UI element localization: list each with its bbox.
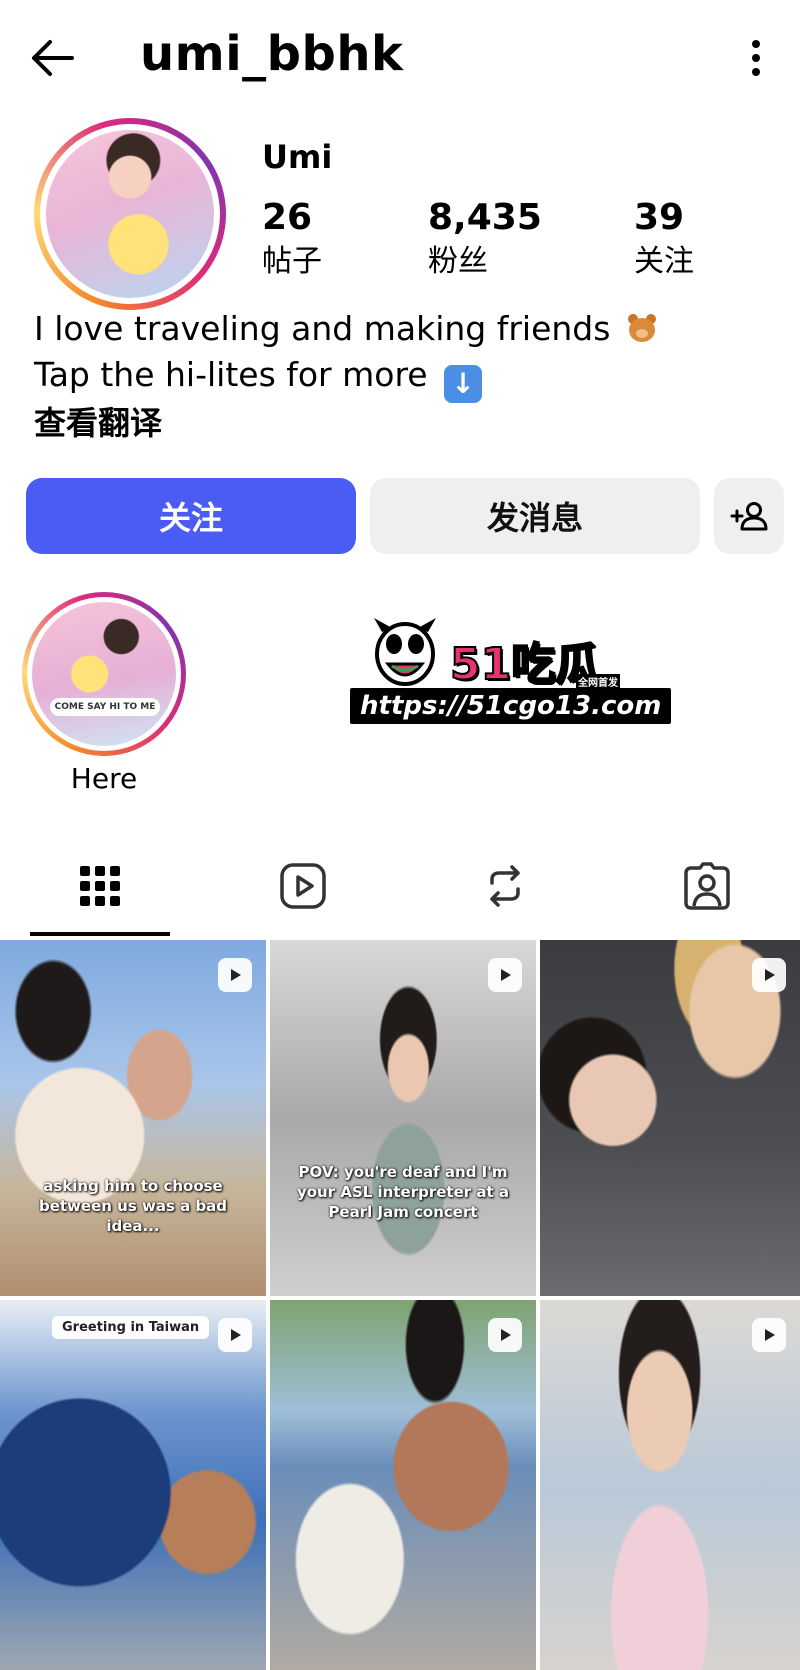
- back-button[interactable]: [24, 30, 80, 86]
- profile-tabs: [0, 836, 800, 940]
- stat-posts-label: 帖子: [262, 244, 322, 279]
- teddy-bear-emoji-icon: [625, 312, 659, 346]
- more-options-button[interactable]: [736, 30, 776, 86]
- suggest-users-button[interactable]: [714, 478, 784, 554]
- reel-icon: [218, 1318, 252, 1352]
- reel-icon: [488, 1318, 522, 1352]
- stat-posts[interactable]: 26 帖子: [262, 196, 322, 282]
- highlight-label[interactable]: Here: [22, 762, 186, 795]
- tab-posts-grid[interactable]: [15, 836, 185, 936]
- reel-icon: [488, 958, 522, 992]
- post-tile[interactable]: POV: you're deaf and I'm your ASL interp…: [270, 940, 536, 1296]
- post-caption: asking him to choose between us was a ba…: [38, 1177, 228, 1235]
- repost-icon: [490, 865, 520, 907]
- stat-following-count: 39: [634, 197, 685, 238]
- post-tile[interactable]: [540, 1300, 800, 1670]
- tab-tagged[interactable]: [622, 836, 792, 936]
- highlight-cover: COME SAY HI TO ME: [32, 602, 176, 746]
- watermark-subtitle: 全网首发: [576, 674, 620, 689]
- highlight-cover-caption: COME SAY HI TO ME: [50, 698, 160, 716]
- stat-following[interactable]: 39 关注: [634, 196, 694, 282]
- stat-following-label: 关注: [634, 244, 694, 279]
- posts-grid: asking him to choose between us was a ba…: [0, 940, 800, 1670]
- stat-posts-count: 26: [262, 197, 313, 238]
- reels-icon: [280, 863, 326, 909]
- post-caption-chip: Greeting in Taiwan: [52, 1316, 210, 1339]
- grid-icon: [80, 866, 120, 906]
- bio-line-2: Tap the hi-lites for more: [34, 355, 428, 394]
- post-tile[interactable]: [270, 1300, 536, 1670]
- reel-icon: [218, 958, 252, 992]
- profile-avatar-story-ring[interactable]: [34, 118, 226, 310]
- bio-line-1: I love traveling and making friends: [34, 309, 611, 348]
- stat-followers-label: 粉丝: [428, 244, 488, 279]
- down-arrow-emoji-icon: ↓: [444, 365, 483, 403]
- profile-bio: I love traveling and making friends Tap …: [34, 306, 659, 403]
- watermark-url: https://51cgo13.com: [350, 688, 672, 724]
- post-tile[interactable]: asking him to choose between us was a ba…: [0, 940, 266, 1296]
- cow-mascot-icon: [374, 618, 436, 686]
- post-tile[interactable]: Greeting in Taiwan: [0, 1300, 266, 1670]
- reel-icon: [752, 1318, 786, 1352]
- active-tab-indicator: [30, 932, 170, 936]
- reel-icon: [752, 958, 786, 992]
- message-button[interactable]: 发消息: [370, 478, 700, 554]
- display-name: Umi: [262, 138, 333, 176]
- tab-reposts[interactable]: [420, 836, 590, 936]
- tab-reels[interactable]: [218, 836, 388, 936]
- tagged-person-icon: [684, 862, 730, 910]
- profile-username: umi_bbhk: [140, 26, 404, 82]
- follow-button[interactable]: 关注: [26, 478, 356, 554]
- add-user-icon: [730, 502, 768, 531]
- profile-avatar: [46, 130, 214, 298]
- post-caption: POV: you're deaf and I'm your ASL interp…: [296, 1163, 510, 1221]
- back-arrow-icon: [32, 40, 74, 76]
- profile-header: umi_bbhk: [0, 0, 800, 118]
- post-tile[interactable]: [540, 940, 800, 1296]
- see-translation-link[interactable]: 查看翻译: [34, 398, 162, 444]
- highlight-here[interactable]: COME SAY HI TO ME: [22, 592, 186, 756]
- site-watermark: 51吃瓜 全网首发 https://51cgo13.com: [350, 610, 672, 728]
- stat-followers[interactable]: 8,435 粉丝: [428, 196, 542, 282]
- more-vertical-icon: [752, 40, 760, 76]
- stat-followers-count: 8,435: [428, 197, 542, 238]
